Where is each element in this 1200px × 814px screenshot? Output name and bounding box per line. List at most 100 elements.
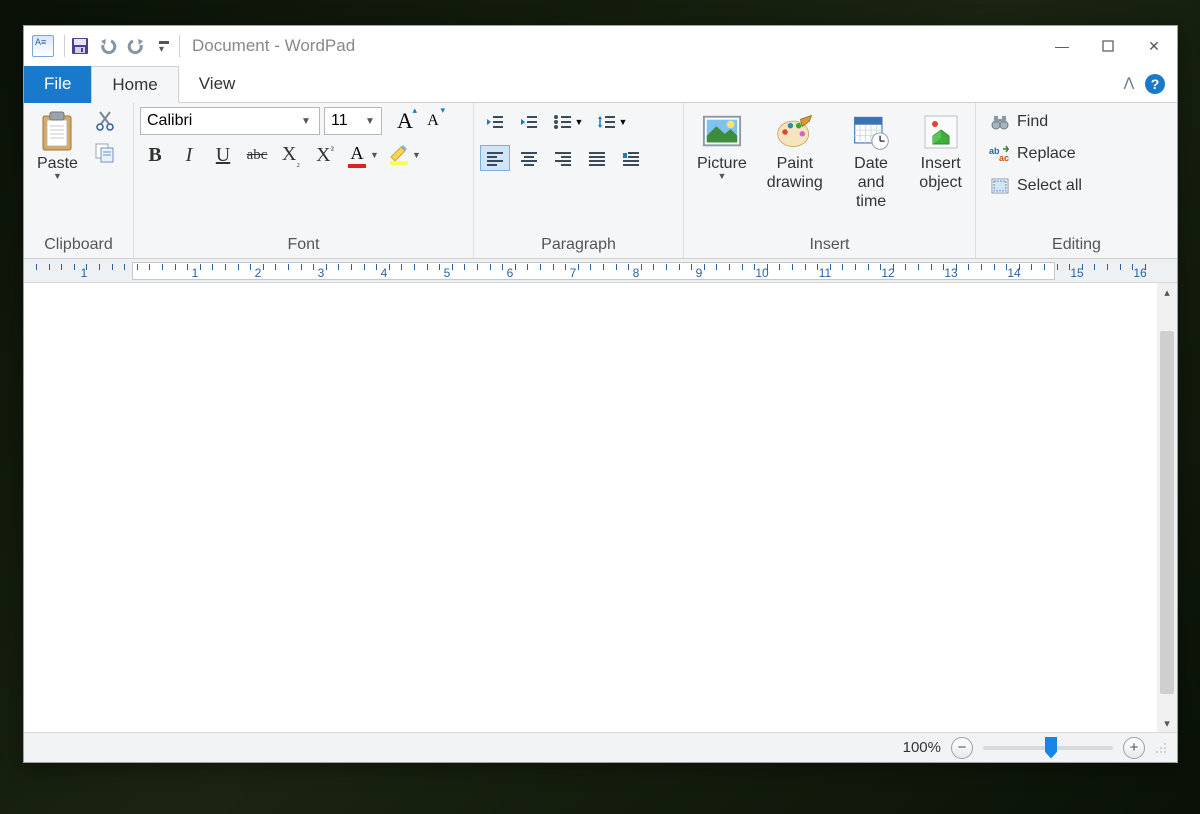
resize-grip-icon bbox=[1155, 742, 1167, 754]
grow-font-button[interactable]: A▴ bbox=[392, 108, 418, 134]
save-button[interactable] bbox=[69, 35, 91, 57]
document-canvas[interactable] bbox=[24, 283, 1157, 732]
insert-date-time-button[interactable]: Date and time bbox=[836, 107, 906, 216]
highlighter-icon bbox=[389, 145, 409, 161]
underline-button[interactable]: U bbox=[208, 141, 238, 169]
group-label-font: Font bbox=[140, 232, 467, 256]
redo-button[interactable] bbox=[125, 35, 147, 57]
insert-paint-drawing-button[interactable]: Paint drawing bbox=[760, 107, 830, 197]
ruler-number: 5 bbox=[444, 266, 451, 280]
align-center-button[interactable] bbox=[514, 145, 544, 171]
calendar-clock-icon bbox=[851, 112, 891, 152]
align-right-icon bbox=[553, 150, 573, 166]
maximize-button[interactable] bbox=[1085, 30, 1131, 62]
wordpad-window: ▬▾ Document - WordPad — ✕ File Home View… bbox=[23, 25, 1178, 763]
group-clipboard: Paste ▼ bbox=[24, 103, 134, 258]
font-color-swatch bbox=[348, 164, 366, 168]
paste-icon bbox=[37, 112, 77, 152]
bold-icon: B bbox=[148, 144, 161, 167]
bullets-button[interactable]: ▼ bbox=[548, 109, 588, 135]
subscript-icon: X₂ bbox=[282, 143, 300, 168]
zoom-in-button[interactable]: + bbox=[1123, 737, 1145, 759]
scroll-up-button[interactable]: ▴ bbox=[1158, 283, 1176, 301]
chevron-down-icon[interactable]: ▼ bbox=[361, 116, 379, 127]
paragraph-dialog-button[interactable] bbox=[616, 145, 646, 171]
zoom-level-label: 100% bbox=[903, 739, 941, 756]
qat-customize-button[interactable]: ▬▾ bbox=[153, 35, 175, 57]
font-name-input[interactable] bbox=[141, 108, 297, 134]
help-icon: ? bbox=[1151, 76, 1160, 92]
chevron-down-icon[interactable]: ▼ bbox=[370, 150, 382, 160]
scroll-track[interactable] bbox=[1159, 301, 1175, 714]
superscript-button[interactable]: X² bbox=[310, 141, 340, 169]
shrink-font-button[interactable]: A▾ bbox=[420, 108, 446, 134]
highlight-button[interactable]: ▼ bbox=[386, 142, 424, 168]
close-button[interactable]: ✕ bbox=[1131, 30, 1177, 62]
ribbon-tabs: File Home View 𐌡 ? bbox=[24, 66, 1177, 103]
font-size-combo[interactable]: ▼ bbox=[324, 107, 382, 135]
line-spacing-button[interactable]: ▼ bbox=[592, 109, 632, 135]
scroll-down-button[interactable]: ▾ bbox=[1158, 714, 1176, 732]
align-left-button[interactable] bbox=[480, 145, 510, 171]
tab-view[interactable]: View bbox=[179, 66, 256, 103]
zoom-slider-thumb[interactable] bbox=[1045, 737, 1057, 759]
replace-icon: abac bbox=[989, 143, 1011, 165]
object-icon bbox=[921, 112, 961, 152]
cut-button[interactable] bbox=[91, 107, 119, 135]
chevron-down-icon[interactable]: ▼ bbox=[297, 116, 315, 127]
line-spacing-icon bbox=[597, 114, 617, 130]
font-size-input[interactable] bbox=[325, 108, 361, 134]
quick-access-toolbar: ▬▾ bbox=[69, 35, 175, 57]
chevron-down-icon: ▼ bbox=[619, 117, 628, 127]
font-name-combo[interactable]: ▼ bbox=[140, 107, 320, 135]
collapse-ribbon-button[interactable]: 𐌡 bbox=[1123, 74, 1135, 94]
increase-indent-button[interactable] bbox=[514, 109, 544, 135]
replace-button[interactable]: abac Replace bbox=[982, 139, 1171, 169]
find-button[interactable]: Find bbox=[982, 107, 1171, 137]
zoom-slider[interactable] bbox=[983, 746, 1113, 750]
insert-picture-button[interactable]: Picture ▼ bbox=[690, 107, 754, 186]
copy-icon bbox=[94, 142, 116, 164]
minimize-button[interactable]: — bbox=[1039, 30, 1085, 62]
insert-object-button[interactable]: Insert object bbox=[912, 107, 969, 197]
undo-button[interactable] bbox=[97, 35, 119, 57]
decrease-indent-button[interactable] bbox=[480, 109, 510, 135]
scissors-icon bbox=[95, 110, 115, 132]
help-button[interactable]: ? bbox=[1145, 74, 1165, 94]
ruler-number: 6 bbox=[507, 266, 514, 280]
group-label-clipboard: Clipboard bbox=[30, 232, 127, 256]
plus-icon: + bbox=[1130, 739, 1139, 756]
redo-icon bbox=[126, 36, 146, 56]
close-icon: ✕ bbox=[1148, 38, 1160, 55]
tab-file[interactable]: File bbox=[24, 66, 91, 103]
group-label-paragraph: Paragraph bbox=[480, 232, 677, 256]
ruler-number: 3 bbox=[318, 266, 325, 280]
font-color-button[interactable]: A ▼ bbox=[344, 142, 382, 168]
maximize-icon bbox=[1102, 40, 1114, 52]
vertical-scrollbar[interactable]: ▴ ▾ bbox=[1157, 283, 1177, 732]
scroll-thumb[interactable] bbox=[1160, 331, 1174, 694]
grow-icon: ▴ bbox=[412, 105, 417, 116]
chevron-down-icon: ▼ bbox=[717, 171, 726, 181]
picture-icon bbox=[702, 112, 742, 152]
window-title: Document - WordPad bbox=[192, 36, 355, 56]
paste-button[interactable]: Paste ▼ bbox=[30, 107, 85, 186]
select-all-button[interactable]: Select all bbox=[982, 171, 1171, 201]
zoom-out-button[interactable]: − bbox=[951, 737, 973, 759]
chevron-down-icon[interactable]: ▼ bbox=[412, 150, 424, 160]
strikethrough-button[interactable]: abc bbox=[242, 141, 272, 169]
ruler[interactable]: 112345678910111213141516 bbox=[24, 259, 1177, 283]
justify-button[interactable] bbox=[582, 145, 612, 171]
italic-button[interactable]: I bbox=[174, 141, 204, 169]
group-label-insert: Insert bbox=[690, 232, 969, 256]
subscript-button[interactable]: X₂ bbox=[276, 141, 306, 169]
align-right-button[interactable] bbox=[548, 145, 578, 171]
group-editing: Find abac Replace Select all Editing bbox=[976, 103, 1177, 258]
copy-button[interactable] bbox=[91, 139, 119, 167]
window-controls: — ✕ bbox=[1039, 30, 1177, 62]
tab-home[interactable]: Home bbox=[91, 66, 178, 103]
ruler-number: 2 bbox=[255, 266, 262, 280]
bold-button[interactable]: B bbox=[140, 141, 170, 169]
ruler-number: 7 bbox=[570, 266, 577, 280]
save-icon bbox=[71, 37, 89, 55]
